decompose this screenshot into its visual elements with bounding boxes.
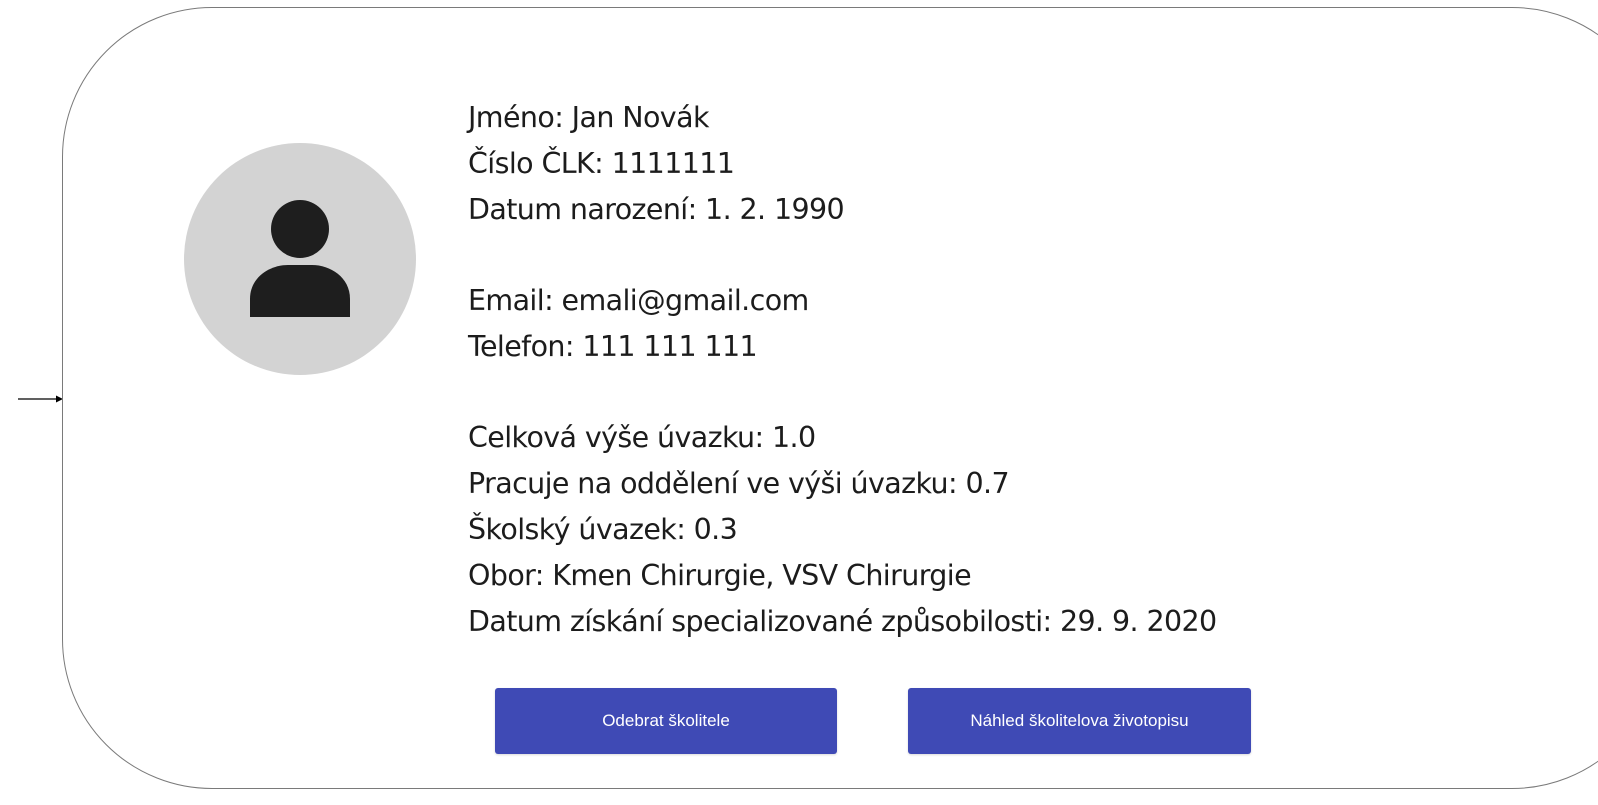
total-workload-text: Celková výše úvazku: 1.0 <box>468 421 816 454</box>
field-text: Obor: Kmen Chirurgie, VSV Chirurgie <box>468 559 972 592</box>
avatar <box>184 143 416 375</box>
birth-date-text: Datum narození: 1. 2. 1990 <box>468 193 845 226</box>
page-canvas: Jméno: Jan Novák Číslo ČLK: 1111111 Datu… <box>0 0 1598 805</box>
training-workload-text: Školský úvazek: 0.3 <box>468 513 738 546</box>
trainer-info: Jméno: Jan Novák Číslo ČLK: 1111111 Datu… <box>468 95 1217 645</box>
user-icon <box>250 200 350 317</box>
department-workload-text: Pracuje na oddělení ve výši úvazku: 0.7 <box>468 467 1010 500</box>
email-text: Email: emali@gmail.com <box>468 284 809 317</box>
phone-text: Telefon: 111 111 111 <box>468 330 758 363</box>
specialization-date-text: Datum získání specializované způsobilost… <box>468 605 1217 638</box>
trainer-cv-preview-button[interactable]: Náhled školitelova životopisu <box>908 688 1251 754</box>
clk-number-text: Číslo ČLK: 1111111 <box>468 147 735 180</box>
name-text: Jméno: Jan Novák <box>468 101 709 134</box>
arrow-right-icon <box>18 395 63 403</box>
remove-trainer-button[interactable]: Odebrat školitele <box>495 688 837 754</box>
